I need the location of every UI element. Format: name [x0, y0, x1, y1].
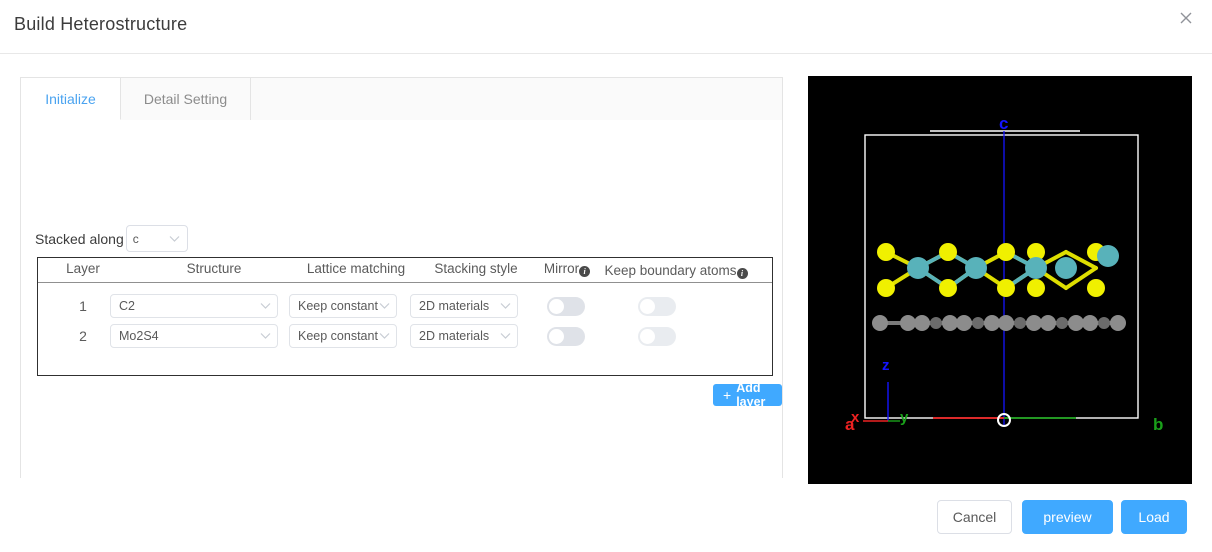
tab-detail-setting[interactable]: Detail Setting [121, 78, 251, 120]
lattice-matching-select-value: Keep constant [298, 329, 378, 343]
chevron-down-icon [260, 302, 271, 310]
close-icon[interactable] [1174, 6, 1198, 30]
cancel-button[interactable]: Cancel [937, 500, 1012, 534]
structure-select[interactable]: C2 [110, 294, 278, 318]
tab-bar: Initialize Detail Setting [21, 78, 782, 120]
chevron-down-icon [379, 302, 390, 310]
dialog-header: Build Heterostructure [0, 0, 1212, 54]
structure-select-value: Mo2S4 [119, 329, 159, 343]
tab-detail-setting-label: Detail Setting [143, 91, 228, 107]
cell-structure: Mo2S4 [110, 321, 280, 351]
cell-stacking-style: 2D materials [410, 321, 520, 351]
tab-initialize[interactable]: Initialize [21, 78, 121, 120]
cell-layer-number: 1 [79, 298, 87, 314]
keep-boundary-atoms-toggle[interactable] [638, 326, 676, 346]
keep-boundary-atoms-toggle[interactable] [638, 296, 676, 316]
load-button[interactable]: Load [1121, 500, 1187, 534]
toggle-knob [549, 328, 564, 344]
preview-button-label: preview [1043, 509, 1092, 525]
chevron-down-icon [379, 332, 390, 340]
stacked-along-row: Stacked along c [35, 225, 188, 252]
stacked-along-select[interactable]: c [125, 225, 188, 252]
structure-select-value: C2 [119, 299, 135, 313]
chevron-down-icon [260, 332, 271, 340]
cell-keep-boundary-atoms [627, 291, 687, 321]
column-header-mirror: Mirror i [536, 261, 598, 277]
toggle-knob [640, 328, 655, 344]
layer-table: Layer Structure Lattice matching Stackin… [37, 257, 773, 376]
table-header-row: Layer Structure Lattice matching Stackin… [38, 258, 772, 283]
stacking-style-select-value: 2D materials [419, 329, 490, 343]
table-body: 1 C2 Keep constant 2D materials 2 Mo2S4 … [38, 291, 772, 351]
page-title: Build Heterostructure [14, 14, 188, 34]
load-button-label: Load [1138, 509, 1170, 525]
column-header-structure: Structure [186, 261, 242, 276]
chevron-down-icon [500, 302, 511, 310]
info-icon[interactable]: i [579, 266, 591, 277]
column-header-layer: Layer [66, 261, 100, 276]
info-icon[interactable]: i [736, 268, 748, 279]
add-layer-label: Add layer [736, 381, 766, 409]
tab-bar-filler [251, 78, 782, 120]
cell-stacking-style: 2D materials [410, 291, 520, 321]
cell-structure: C2 [110, 291, 280, 321]
cell-layer-number: 2 [79, 328, 87, 344]
lattice-matching-select-value: Keep constant [298, 299, 378, 313]
axis-label-x: x [851, 409, 860, 426]
structure-render [808, 76, 1192, 484]
panel-body: Stacked along c Layer Structure Lattice … [21, 120, 782, 478]
column-header-keep-boundary-atoms: Keep boundary atoms i [596, 261, 756, 280]
settings-panel: Initialize Detail Setting Stacked along … [20, 77, 783, 478]
column-header-mirror-label: Mirror [543, 261, 580, 276]
stacked-along-label: Stacked along [35, 230, 124, 247]
cell-mirror [536, 291, 596, 321]
add-layer-button[interactable]: + Add layer [713, 381, 782, 409]
lattice-matching-select[interactable]: Keep constant [289, 294, 397, 318]
column-header-keep-boundary-atoms-label: Keep boundary atoms [604, 263, 737, 278]
table-row: 2 Mo2S4 Keep constant 2D materials [38, 321, 772, 351]
structure-select[interactable]: Mo2S4 [110, 324, 278, 348]
toggle-knob [640, 298, 655, 314]
cell-lattice-matching: Keep constant [289, 291, 399, 321]
column-header-stacking-style: Stacking style [434, 261, 518, 276]
table-row: 1 C2 Keep constant 2D materials [38, 291, 772, 321]
mirror-toggle[interactable] [547, 326, 585, 346]
axis-label-b: b [1153, 415, 1164, 434]
structure-viewer[interactable]: c a b z x y [808, 76, 1192, 484]
plus-icon: + [723, 387, 732, 403]
axis-label-z: z [882, 357, 890, 374]
cancel-button-label: Cancel [952, 509, 997, 525]
preview-button[interactable]: preview [1022, 500, 1113, 534]
axis-label-y: y [900, 409, 909, 426]
mirror-toggle[interactable] [547, 296, 585, 316]
chevron-down-icon [500, 332, 511, 340]
cell-mirror [536, 321, 596, 351]
stacking-style-select-value: 2D materials [419, 299, 490, 313]
tab-initialize-label: Initialize [45, 90, 96, 107]
stacked-along-value: c [132, 231, 139, 246]
stacking-style-select[interactable]: 2D materials [410, 324, 518, 348]
cell-keep-boundary-atoms [627, 321, 687, 351]
axis-label-c: c [999, 114, 1009, 133]
chevron-down-icon [169, 235, 180, 243]
stacking-style-select[interactable]: 2D materials [410, 294, 518, 318]
toggle-knob [549, 298, 564, 314]
column-header-lattice-matching: Lattice matching [306, 261, 406, 276]
lattice-matching-select[interactable]: Keep constant [289, 324, 397, 348]
cell-lattice-matching: Keep constant [289, 321, 399, 351]
